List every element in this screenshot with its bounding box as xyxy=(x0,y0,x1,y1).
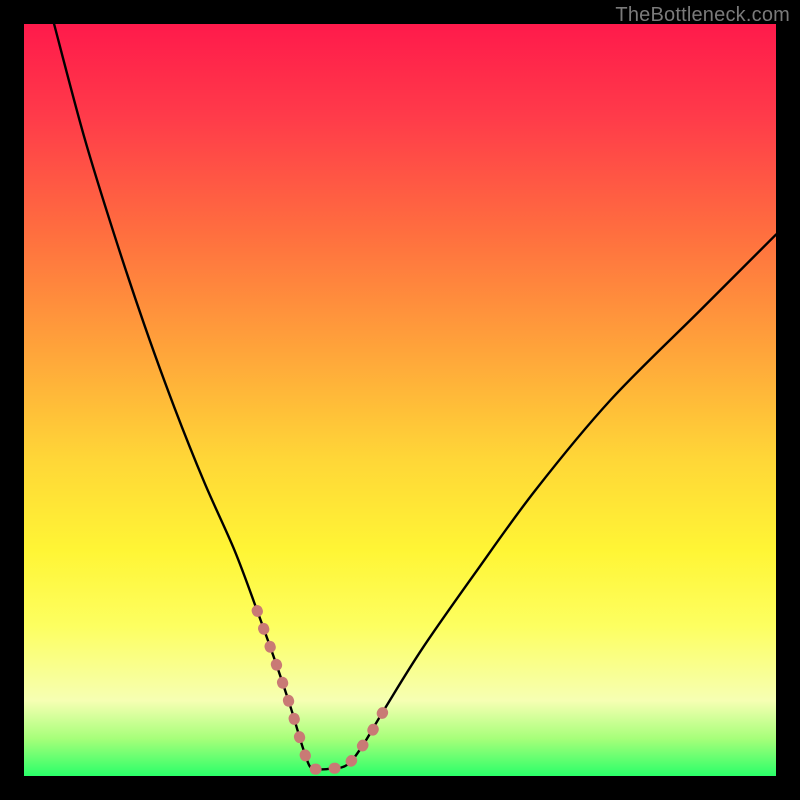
chart-svg xyxy=(24,24,776,776)
dotted-overlay xyxy=(257,611,385,770)
bottleneck-curve xyxy=(54,24,776,769)
